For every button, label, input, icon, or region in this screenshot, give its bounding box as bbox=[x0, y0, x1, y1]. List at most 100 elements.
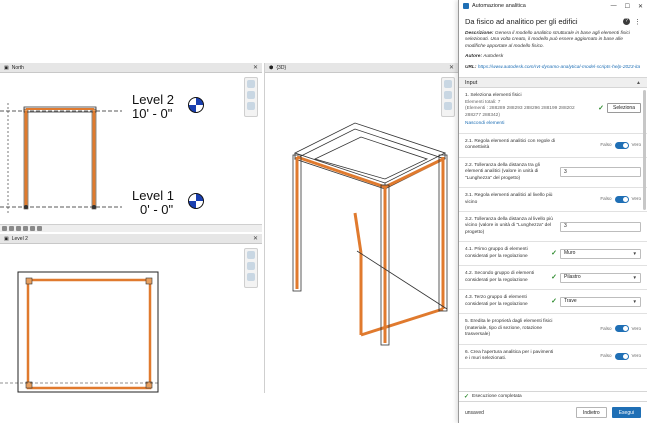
sun-path-icon[interactable] bbox=[23, 226, 28, 231]
select-elements-row: 1. Seleziona elementi fisici Elementi to… bbox=[459, 88, 647, 134]
zoom-icon[interactable] bbox=[247, 262, 255, 270]
level1-head-icon[interactable] bbox=[188, 193, 204, 209]
run-button[interactable]: Esegui bbox=[611, 407, 641, 418]
crop-icon[interactable] bbox=[37, 226, 42, 231]
select-value: Trave bbox=[564, 298, 577, 305]
level2-name: Level 2 bbox=[132, 92, 174, 107]
input-label: 3.1. Regola elementi analitici al livell… bbox=[465, 193, 553, 205]
script-header: Da fisico ad analitico per gli edifici ?… bbox=[459, 12, 647, 71]
3d-view[interactable]: ⬢ {3D} ✕ bbox=[264, 63, 458, 393]
url-link[interactable]: https://www.autodesk.com/rvt-dynamo-anal… bbox=[478, 65, 640, 70]
check-icon: ✓ bbox=[551, 298, 557, 305]
toggle-on-label: Vero bbox=[631, 196, 641, 202]
level-tolerance-input[interactable]: 3 bbox=[560, 221, 641, 232]
chevron-up-icon[interactable]: ▲ bbox=[636, 80, 641, 86]
shadows-icon[interactable] bbox=[30, 226, 35, 231]
check-icon: ✓ bbox=[464, 394, 470, 400]
view-tab-level2[interactable]: ▣ Level 2 ✕ bbox=[0, 234, 262, 244]
check-icon: ✓ bbox=[551, 250, 557, 258]
inherit-properties-toggle[interactable] bbox=[614, 325, 629, 333]
navigation-bar[interactable] bbox=[244, 77, 258, 117]
status-bar: ✓ Esecuzione completata bbox=[459, 391, 647, 401]
view-tab-label: {3D} bbox=[276, 64, 287, 71]
input-row: 3.1. Regola elementi analitici al livell… bbox=[459, 188, 647, 212]
maximize-icon[interactable]: ☐ bbox=[625, 3, 630, 10]
input-label: 4.3. Terzo gruppo di elementi considerat… bbox=[465, 295, 528, 307]
first-group-select[interactable]: Muro ▼ bbox=[560, 248, 641, 259]
input-row: 6. Crea l'apertura analitica per i pavim… bbox=[459, 345, 647, 369]
steering-wheel-icon[interactable] bbox=[247, 251, 255, 259]
chevron-down-icon: ▼ bbox=[632, 274, 637, 280]
script-url: URL: https://www.autodesk.com/rvt-dynamo… bbox=[465, 65, 641, 71]
north-elevation-drawing bbox=[0, 103, 122, 213]
nearest-level-toggle[interactable] bbox=[614, 196, 629, 203]
input-row: 2.2. Tolleranza della distanza tra gli e… bbox=[459, 158, 647, 189]
description-label: Descrizione: bbox=[465, 31, 494, 36]
back-button[interactable]: Indietro bbox=[576, 407, 607, 418]
check-icon: ✓ bbox=[598, 104, 605, 112]
second-group-select[interactable]: Pilastro ▼ bbox=[560, 272, 641, 283]
navigation-bar[interactable] bbox=[441, 77, 455, 117]
help-icon[interactable]: ? bbox=[623, 17, 630, 25]
unsaved-label: unsaved bbox=[465, 409, 484, 416]
toggle-on-label: Vero bbox=[631, 352, 641, 358]
toggle-off-label: Falso bbox=[600, 196, 612, 202]
minimize-icon[interactable]: — bbox=[611, 3, 617, 10]
3d-view-icon: ⬢ bbox=[269, 64, 274, 71]
third-group-select[interactable]: Trave ▼ bbox=[560, 296, 641, 307]
scale-icon[interactable] bbox=[2, 226, 7, 231]
check-icon: ✓ bbox=[551, 274, 557, 282]
input-row: 5. Eredita le proprietà dagli elementi f… bbox=[459, 314, 647, 345]
author-text: Autodesk bbox=[483, 54, 504, 60]
pan-icon[interactable] bbox=[444, 102, 452, 110]
input-label: 2.2. Tolleranza della distanza tra gli e… bbox=[465, 162, 540, 181]
steering-wheel-icon[interactable] bbox=[247, 80, 255, 88]
chevron-down-icon: ▼ bbox=[632, 298, 637, 304]
more-options-icon[interactable]: ⋮ bbox=[634, 18, 641, 26]
view-tab-north[interactable]: ▣ North ✕ bbox=[0, 63, 262, 73]
dialog-titlebar[interactable]: Automazione analitica — ☐ ✕ bbox=[459, 0, 647, 12]
input-label: 4.2. Secondo gruppo di elementi consider… bbox=[465, 271, 535, 283]
toggle-off-label: Falso bbox=[600, 325, 612, 331]
pan-icon[interactable] bbox=[247, 273, 255, 281]
north-elevation-view[interactable]: ▣ North ✕ Level 2 10' - 0" Level 1 0' - … bbox=[0, 63, 262, 233]
input-label: 2.1. Regola elementi analitici con regol… bbox=[465, 138, 556, 151]
close-icon[interactable]: ✕ bbox=[253, 235, 258, 242]
input-label: 3.2. Tolleranza della distanza al livell… bbox=[465, 216, 553, 235]
input-label: 4.1. Primo gruppo di elementi considerat… bbox=[465, 247, 528, 259]
input-row: 3.2. Tolleranza della distanza al livell… bbox=[459, 212, 647, 243]
input-section-header[interactable]: Input ▲ bbox=[459, 77, 647, 89]
input-label: 6. Crea l'apertura analitica per i pavim… bbox=[465, 349, 554, 362]
close-icon[interactable]: ✕ bbox=[638, 3, 643, 10]
hide-elements-link[interactable]: Nascondi elementi bbox=[465, 121, 575, 127]
view-control-bar[interactable] bbox=[0, 224, 262, 232]
close-icon[interactable]: ✕ bbox=[253, 64, 258, 71]
level2-plan-view[interactable]: ▣ Level 2 ✕ bbox=[0, 234, 262, 394]
level2-head-icon[interactable] bbox=[188, 97, 204, 113]
chevron-down-icon: ▼ bbox=[632, 250, 637, 256]
select-button[interactable]: Seleziona bbox=[607, 103, 641, 114]
analytical-opening-toggle[interactable] bbox=[614, 352, 629, 360]
dynamo-player-icon bbox=[463, 3, 469, 9]
tolerance-input[interactable]: 3 bbox=[560, 167, 641, 178]
navigation-bar[interactable] bbox=[244, 248, 258, 288]
scrollbar[interactable] bbox=[643, 90, 646, 211]
toggle-off-label: Falso bbox=[600, 352, 612, 358]
input-row: 4.1. Primo gruppo di elementi considerat… bbox=[459, 242, 647, 267]
steering-wheel-icon[interactable] bbox=[444, 80, 452, 88]
connectivity-toggle[interactable] bbox=[614, 141, 629, 149]
view-icon: ▣ bbox=[4, 235, 9, 242]
author-label: Autore: bbox=[465, 54, 483, 60]
dialog-footer: unsaved Indietro Esegui bbox=[459, 401, 647, 423]
detail-level-icon[interactable] bbox=[9, 226, 14, 231]
inputs-panel[interactable]: 1. Seleziona elementi fisici Elementi to… bbox=[459, 88, 647, 391]
close-icon[interactable]: ✕ bbox=[449, 64, 454, 71]
level1-name: Level 1 bbox=[132, 188, 174, 203]
visual-style-icon[interactable] bbox=[16, 226, 21, 231]
zoom-icon[interactable] bbox=[247, 91, 255, 99]
url-label: URL: bbox=[465, 64, 477, 70]
pan-icon[interactable] bbox=[247, 102, 255, 110]
zoom-icon[interactable] bbox=[444, 91, 452, 99]
view-tab-3d[interactable]: ⬢ {3D} ✕ bbox=[265, 63, 458, 73]
view-tab-label: Level 2 bbox=[11, 235, 28, 242]
